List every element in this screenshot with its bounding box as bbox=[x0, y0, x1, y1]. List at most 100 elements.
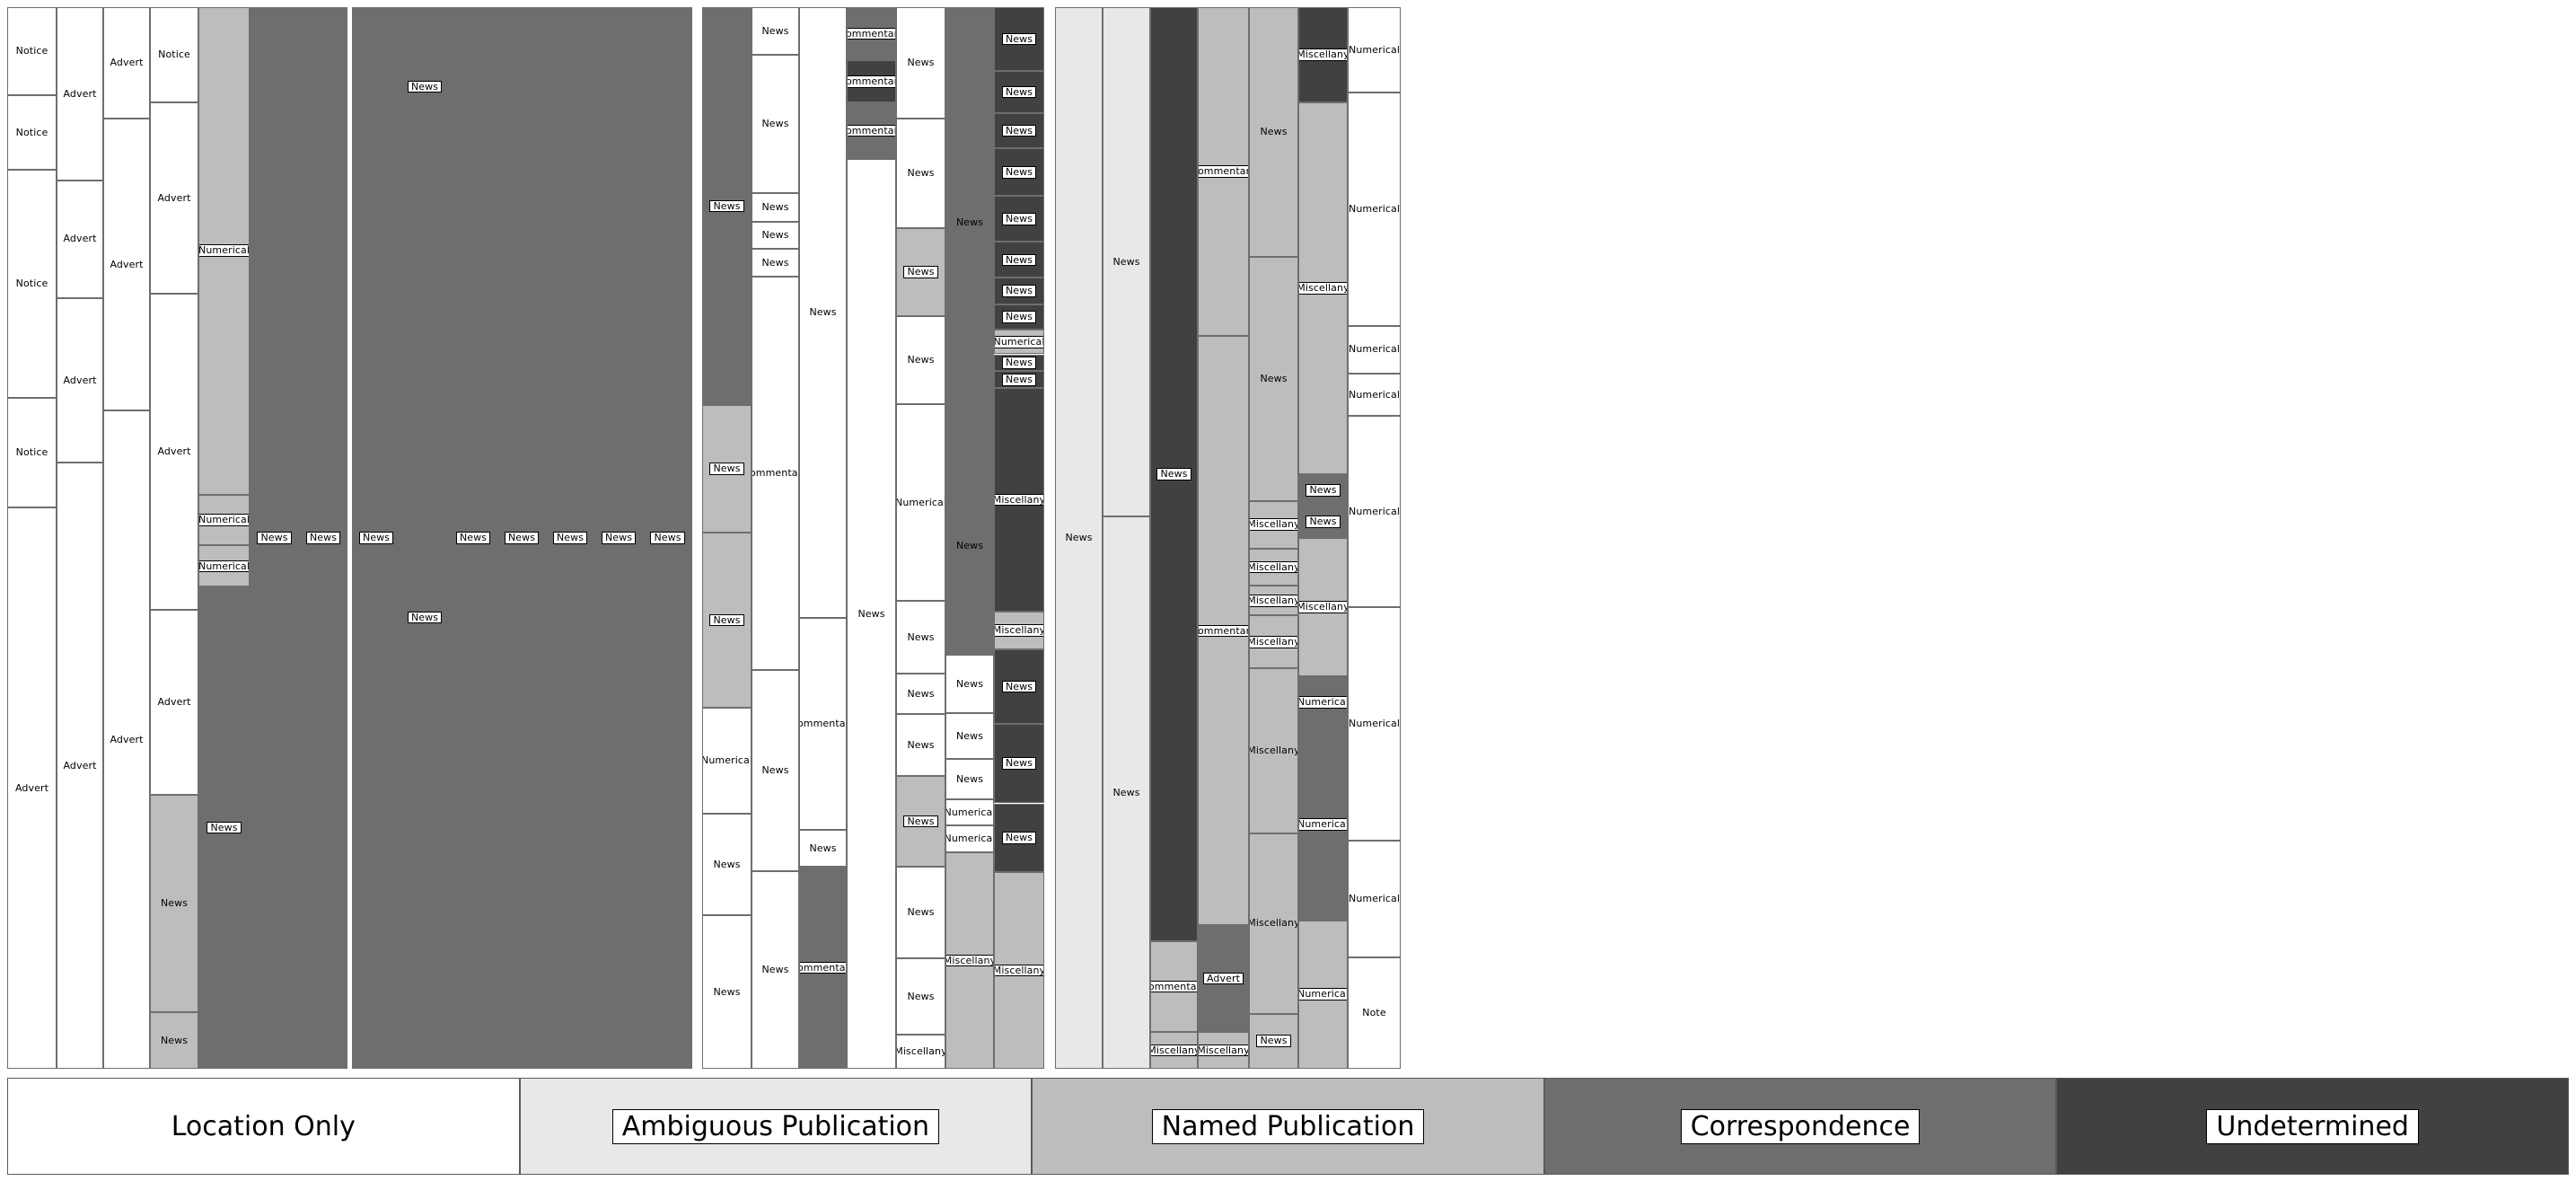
mosaic-cell[interactable]: News bbox=[994, 70, 1044, 114]
legend-item-ambiguous-publication[interactable]: Ambiguous Publication bbox=[519, 1078, 1033, 1175]
mosaic-cell[interactable]: Advert bbox=[150, 294, 198, 611]
mosaic-cell[interactable]: Advert bbox=[103, 410, 150, 1069]
mosaic-cell[interactable]: News bbox=[752, 871, 799, 1069]
mosaic-cell[interactable]: Commentary bbox=[847, 60, 896, 103]
mosaic-cell[interactable]: Numerical bbox=[1298, 920, 1348, 1069]
mosaic-cell[interactable]: News bbox=[896, 227, 945, 316]
mosaic-cell[interactable]: News bbox=[896, 315, 945, 405]
mosaic-cell[interactable]: Miscellany bbox=[994, 872, 1044, 1069]
mosaic-cell[interactable]: News bbox=[752, 669, 799, 872]
mosaic-cell[interactable]: Numerical bbox=[702, 708, 752, 815]
mosaic-cell[interactable]: Numerical bbox=[1348, 373, 1401, 417]
mosaic-cell[interactable]: News bbox=[449, 7, 497, 1069]
mosaic-cell[interactable]: News bbox=[1249, 1013, 1298, 1069]
mosaic-cell[interactable]: Numerical bbox=[1298, 675, 1348, 729]
mosaic-cell[interactable]: Miscellany bbox=[1249, 615, 1298, 669]
mosaic-cell[interactable]: Numerical bbox=[1348, 7, 1401, 93]
mosaic-cell[interactable]: News bbox=[150, 1012, 198, 1069]
mosaic-cell[interactable]: Numerical bbox=[994, 330, 1044, 355]
mosaic-cell[interactable]: Miscellany bbox=[1249, 586, 1298, 616]
mosaic-cell[interactable]: Commentary bbox=[799, 867, 847, 1069]
mosaic-cell[interactable]: News bbox=[250, 7, 299, 1069]
mosaic-cell[interactable]: News bbox=[994, 278, 1044, 304]
mosaic-cell[interactable]: News bbox=[352, 7, 400, 1069]
mosaic-cell[interactable]: News bbox=[752, 249, 799, 278]
mosaic-cell[interactable]: News bbox=[150, 795, 198, 1013]
mosaic-cell[interactable]: News bbox=[643, 7, 692, 1069]
mosaic-cell[interactable]: Numerical bbox=[1298, 728, 1348, 921]
mosaic-cell[interactable]: Commentary bbox=[847, 102, 896, 160]
mosaic-cell[interactable]: Miscellany bbox=[1249, 500, 1298, 549]
mosaic-cell[interactable]: Advert bbox=[103, 7, 150, 119]
mosaic-cell[interactable]: Commentary bbox=[1198, 336, 1249, 926]
mosaic-cell[interactable]: Miscellany bbox=[1298, 7, 1348, 103]
mosaic-cell[interactable]: Advert bbox=[57, 463, 103, 1069]
mosaic-cell[interactable]: News bbox=[896, 674, 945, 715]
mosaic-cell[interactable]: Miscellany bbox=[1150, 1031, 1198, 1069]
mosaic-cell[interactable]: News bbox=[847, 159, 896, 1069]
mosaic-cell[interactable]: Miscellany bbox=[1249, 548, 1298, 586]
mosaic-cell[interactable]: News bbox=[799, 7, 847, 618]
mosaic-cell[interactable]: Advert bbox=[1198, 925, 1249, 1032]
mosaic-cell[interactable]: Advert bbox=[150, 610, 198, 796]
mosaic-cell[interactable]: News bbox=[400, 166, 449, 1069]
mosaic-cell[interactable]: Commentary bbox=[847, 7, 896, 61]
mosaic-cell[interactable]: Advert bbox=[57, 180, 103, 298]
mosaic-cell[interactable]: News bbox=[994, 196, 1044, 242]
mosaic-cell[interactable]: News bbox=[896, 714, 945, 776]
mosaic-cell[interactable]: News bbox=[945, 758, 994, 799]
mosaic-cell[interactable]: News bbox=[1150, 7, 1198, 942]
mosaic-cell[interactable]: News bbox=[994, 148, 1044, 197]
mosaic-cell[interactable]: News bbox=[752, 7, 799, 56]
mosaic-cell[interactable]: News bbox=[752, 192, 799, 222]
mosaic-cell[interactable]: News bbox=[198, 586, 250, 1069]
mosaic-cell[interactable]: News bbox=[752, 55, 799, 193]
mosaic-cell[interactable]: Numerical bbox=[1348, 92, 1401, 326]
mosaic-cell[interactable]: Commentary bbox=[752, 277, 799, 670]
mosaic-cell[interactable]: News bbox=[994, 649, 1044, 724]
mosaic-cell[interactable]: News bbox=[994, 803, 1044, 873]
mosaic-cell[interactable]: Miscellany bbox=[1249, 668, 1298, 833]
mosaic-cell[interactable]: News bbox=[752, 221, 799, 250]
mosaic-cell[interactable]: Note bbox=[1348, 956, 1401, 1069]
mosaic-cell[interactable]: Numerical bbox=[896, 404, 945, 601]
mosaic-cell[interactable]: News bbox=[896, 958, 945, 1036]
mosaic-cell[interactable]: News bbox=[994, 7, 1044, 71]
mosaic-cell[interactable]: News bbox=[994, 354, 1044, 372]
mosaic-cell[interactable]: News bbox=[896, 775, 945, 868]
legend-item-location-only[interactable]: Location Only bbox=[7, 1078, 520, 1175]
mosaic-cell[interactable]: News bbox=[896, 867, 945, 959]
mosaic-cell[interactable]: News bbox=[1298, 474, 1348, 507]
mosaic-cell[interactable]: News bbox=[400, 7, 449, 167]
mosaic-cell[interactable]: News bbox=[994, 723, 1044, 804]
mosaic-cell[interactable]: News bbox=[896, 600, 945, 674]
mosaic-cell[interactable]: Advert bbox=[7, 507, 57, 1069]
mosaic-cell[interactable]: Commentary bbox=[1150, 941, 1198, 1032]
mosaic-cell[interactable]: Numerical bbox=[198, 494, 250, 546]
mosaic-cell[interactable]: Numerical bbox=[945, 798, 994, 826]
mosaic-cell[interactable]: News bbox=[702, 814, 752, 915]
mosaic-cell[interactable]: News bbox=[1055, 7, 1103, 1069]
mosaic-cell[interactable]: Numerical bbox=[1348, 416, 1401, 607]
mosaic-cell[interactable]: News bbox=[945, 7, 994, 437]
mosaic-cell[interactable]: Advert bbox=[57, 297, 103, 463]
mosaic-cell[interactable]: Miscellany bbox=[945, 851, 994, 1069]
mosaic-cell[interactable]: News bbox=[945, 713, 994, 759]
mosaic-cell[interactable]: Numerical bbox=[198, 545, 250, 587]
mosaic-cell[interactable]: Numerical bbox=[945, 825, 994, 852]
mosaic-cell[interactable]: News bbox=[994, 242, 1044, 278]
mosaic-cell[interactable]: Miscellany bbox=[994, 611, 1044, 650]
mosaic-cell[interactable]: Miscellany bbox=[896, 1035, 945, 1069]
legend-item-correspondence[interactable]: Correspondence bbox=[1543, 1078, 2057, 1175]
mosaic-cell[interactable]: News bbox=[1103, 7, 1150, 517]
mosaic-cell[interactable]: Notice bbox=[7, 7, 57, 96]
mosaic-cell[interactable]: Advert bbox=[57, 7, 103, 181]
mosaic-cell[interactable]: News bbox=[1249, 7, 1298, 257]
mosaic-cell[interactable]: News bbox=[896, 7, 945, 119]
mosaic-cell[interactable]: News bbox=[594, 7, 643, 1069]
mosaic-cell[interactable]: News bbox=[1103, 516, 1150, 1069]
mosaic-cell[interactable]: News bbox=[994, 113, 1044, 149]
mosaic-cell[interactable]: News bbox=[1298, 506, 1348, 538]
mosaic-cell[interactable]: Miscellany bbox=[1298, 538, 1348, 676]
mosaic-cell[interactable]: News bbox=[945, 436, 994, 655]
